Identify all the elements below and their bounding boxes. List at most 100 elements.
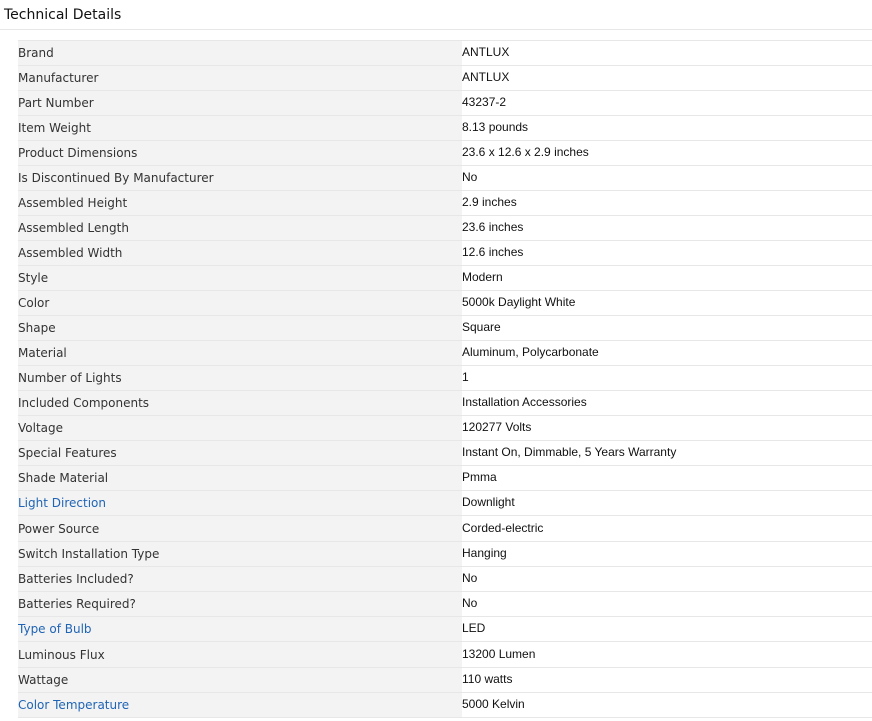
detail-value: 12.6 inches — [462, 245, 524, 259]
table-row: Material Aluminum, Polycarbonate — [18, 340, 872, 366]
detail-value-cell: No — [462, 566, 872, 592]
detail-label: Switch Installation Type — [18, 541, 462, 567]
table-row: Shade Material Pmma — [18, 465, 872, 491]
detail-value: 23.6 x 12.6 x 2.9 inches — [462, 145, 589, 159]
detail-label: Item Weight — [18, 115, 462, 141]
detail-value: No — [462, 596, 478, 610]
detail-value: ANTLUX — [462, 70, 510, 84]
section-title: Technical Details — [4, 7, 122, 23]
detail-value: 43237-2 — [462, 95, 507, 109]
detail-label: Included Components — [18, 390, 462, 416]
detail-value: LED — [462, 621, 486, 635]
detail-label: Assembled Height — [18, 190, 462, 216]
detail-value-cell: Square — [462, 315, 872, 341]
detail-value: 110 watts — [462, 672, 513, 686]
detail-value-cell: Aluminum, Polycarbonate — [462, 340, 872, 366]
detail-value-cell: Modern — [462, 265, 872, 291]
table-row: Part Number 43237-2 — [18, 90, 872, 116]
table-row: Item Weight 8.13 pounds — [18, 115, 872, 141]
detail-label: Part Number — [18, 90, 462, 116]
detail-label: Style — [18, 265, 462, 291]
detail-label: Color — [18, 290, 462, 316]
detail-label: Shade Material — [18, 465, 462, 491]
detail-value-cell: 1 — [462, 365, 872, 391]
detail-value-cell: ANTLUX — [462, 65, 872, 91]
table-row: Shape Square — [18, 315, 872, 341]
detail-label: Material — [18, 340, 462, 366]
detail-value-cell: 8.13 pounds — [462, 115, 872, 141]
table-row: Special Features Instant On, Dimmable, 5 … — [18, 440, 872, 466]
table-row: Light Direction Downlight — [18, 490, 872, 516]
detail-value: Modern — [462, 270, 503, 284]
detail-label-link[interactable]: Light Direction — [18, 490, 462, 516]
table-row: Color Temperature 5000 Kelvin — [18, 692, 872, 718]
table-row: Number of Lights 1 — [18, 365, 872, 391]
detail-label: Brand — [18, 40, 462, 66]
detail-value: Installation Accessories — [462, 395, 587, 409]
detail-value: 8.13 pounds — [462, 120, 529, 134]
detail-label: Wattage — [18, 667, 462, 693]
detail-value-cell: 2.9 inches — [462, 190, 872, 216]
table-row: Voltage 120277 Volts — [18, 415, 872, 441]
table-row: Power Source Corded-electric — [18, 515, 872, 542]
detail-label-link[interactable]: Color Temperature — [18, 692, 462, 718]
detail-value-cell: Pmma — [462, 465, 872, 491]
detail-label: Is Discontinued By Manufacturer — [18, 165, 462, 191]
detail-value-cell: Downlight — [462, 490, 872, 516]
detail-value-cell: No — [462, 165, 872, 191]
detail-value-cell: Hanging — [462, 541, 872, 567]
table-row: Assembled Length 23.6 inches — [18, 215, 872, 241]
detail-value-cell: LED — [462, 616, 872, 642]
detail-label: Number of Lights — [18, 365, 462, 391]
detail-value: 120277 Volts — [462, 420, 532, 434]
detail-value: 5000k Daylight White — [462, 295, 576, 309]
table-row: Batteries Included? No — [18, 566, 872, 592]
table-row: Brand ANTLUX — [18, 40, 872, 66]
detail-label: Batteries Required? — [18, 591, 462, 617]
detail-value: Instant On, Dimmable, 5 Years Warranty — [462, 445, 677, 459]
table-row: Luminous Flux 13200 Lumen — [18, 641, 872, 668]
detail-value: No — [462, 170, 478, 184]
technical-details-table: Brand ANTLUX Manufacturer ANTLUX Part Number… — [18, 40, 872, 718]
detail-label-link[interactable]: Type of Bulb — [18, 616, 462, 642]
table-row: Wattage 110 watts — [18, 667, 872, 693]
detail-value: Downlight — [462, 495, 515, 509]
detail-value-cell: Instant On, Dimmable, 5 Years Warranty — [462, 440, 872, 466]
detail-label: Special Features — [18, 440, 462, 466]
detail-value-cell: 23.6 inches — [462, 215, 872, 241]
detail-value-cell: ANTLUX — [462, 40, 872, 66]
detail-label: Voltage — [18, 415, 462, 441]
detail-value: Aluminum, Polycarbonate — [462, 345, 599, 359]
detail-value: Square — [462, 320, 501, 334]
table-row: Type of Bulb LED — [18, 616, 872, 642]
detail-value-cell: 12.6 inches — [462, 240, 872, 266]
detail-value: 13200 Lumen — [462, 646, 536, 661]
detail-value: 23.6 inches — [462, 220, 524, 234]
detail-value: Corded-electric — [462, 520, 544, 535]
detail-value: 5000 Kelvin — [462, 697, 525, 711]
table-row: Style Modern — [18, 265, 872, 291]
detail-label: Power Source — [18, 515, 462, 542]
detail-value-cell: 5000 Kelvin — [462, 692, 872, 718]
detail-label: Shape — [18, 315, 462, 341]
detail-value: Hanging — [462, 546, 507, 560]
detail-label: Manufacturer — [18, 65, 462, 91]
table-row: Product Dimensions 23.6 x 12.6 x 2.9 inch… — [18, 140, 872, 166]
detail-value-cell: 43237-2 — [462, 90, 872, 116]
detail-value: 1 — [462, 370, 469, 384]
detail-value: ANTLUX — [462, 45, 510, 59]
detail-value-cell: 23.6 x 12.6 x 2.9 inches — [462, 140, 872, 166]
table-row: Included Components Installation Accessor… — [18, 390, 872, 416]
detail-value-cell: 120277 Volts — [462, 415, 872, 441]
detail-value: Pmma — [462, 470, 497, 484]
detail-label: Luminous Flux — [18, 641, 462, 668]
detail-value-cell: 110 watts — [462, 667, 872, 693]
detail-label: Product Dimensions — [18, 140, 462, 166]
table-row: Batteries Required? No — [18, 591, 872, 617]
detail-value-cell: No — [462, 591, 872, 617]
table-row: Assembled Width 12.6 inches — [18, 240, 872, 266]
detail-label: Assembled Length — [18, 215, 462, 241]
table-row: Color 5000k Daylight White — [18, 290, 872, 316]
detail-value-cell: 13200 Lumen — [462, 641, 872, 668]
detail-value: No — [462, 571, 478, 585]
